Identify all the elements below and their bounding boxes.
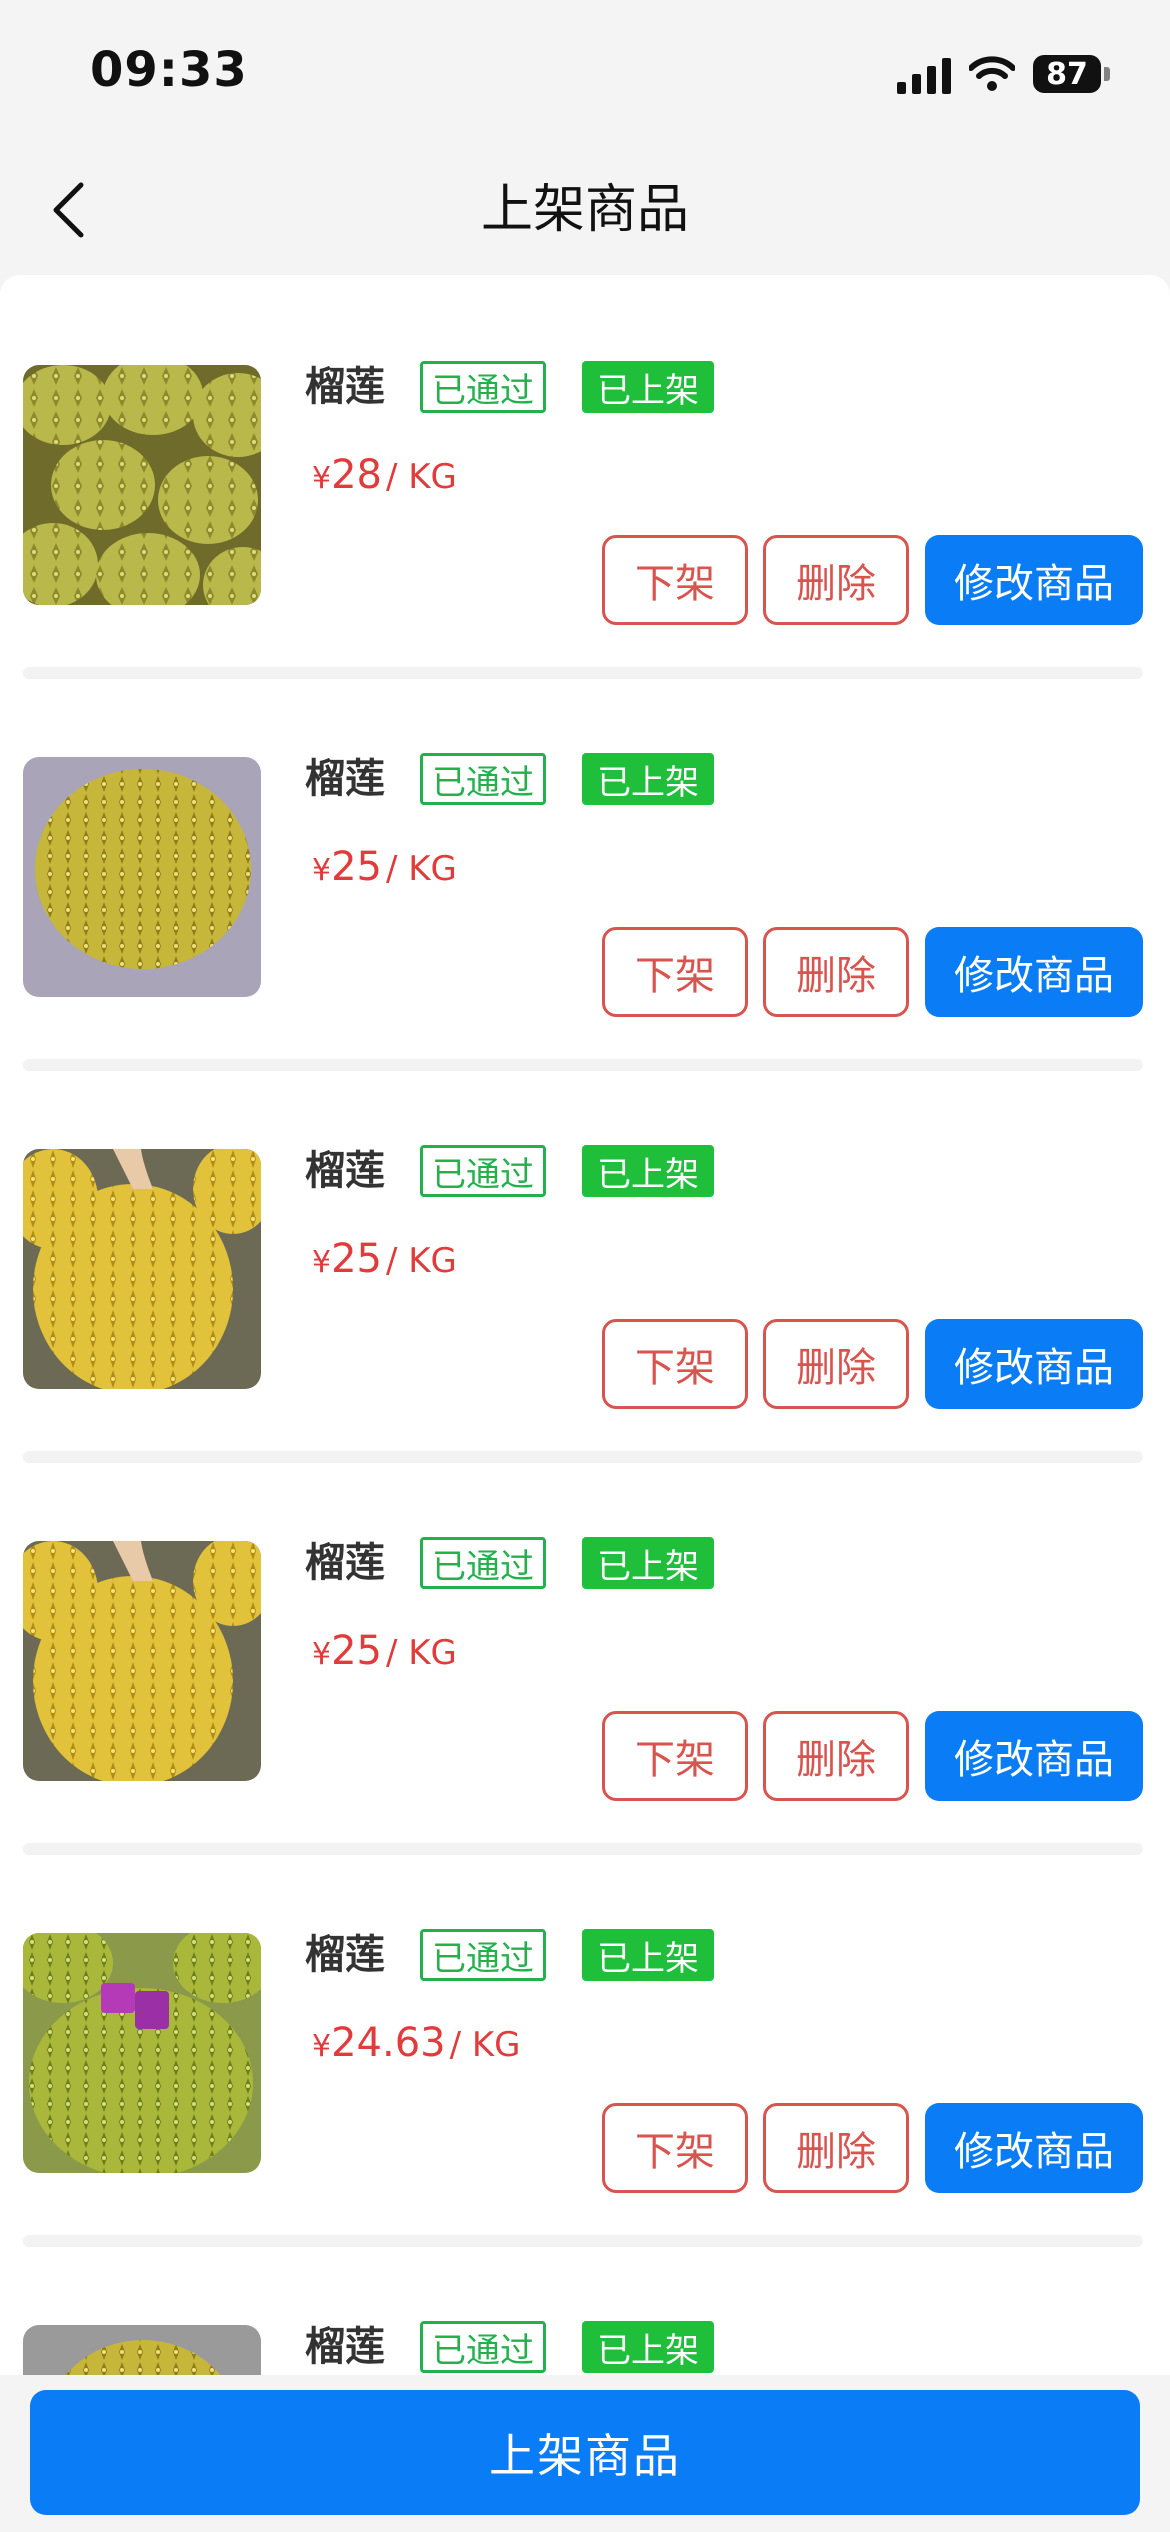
- review-status-badge: 已通过: [420, 361, 546, 413]
- price-unit: / KG: [386, 849, 457, 889]
- price-unit: / KG: [386, 1241, 457, 1281]
- product-card: 榴莲 已通过 已上架 ¥25/ KG 下架 删除 修改商品: [0, 1451, 1170, 1855]
- price-amount: 25: [331, 1236, 382, 1282]
- product-name: 榴莲: [305, 756, 385, 802]
- product-price: ¥24.63/ KG: [312, 2013, 521, 2081]
- unlist-button[interactable]: 下架: [602, 2103, 748, 2193]
- unlist-button[interactable]: 下架: [602, 1319, 748, 1409]
- shelf-status-badge: 已上架: [582, 1145, 714, 1197]
- edit-product-button[interactable]: 修改商品: [925, 535, 1143, 625]
- review-status-badge: 已通过: [420, 1537, 546, 1589]
- price-amount: 25: [331, 844, 382, 890]
- product-card: 榴莲 已通过 已上架 ¥28/ KG 下架 删除 修改商品: [0, 275, 1170, 679]
- price-amount: 25: [331, 1628, 382, 1674]
- price-unit: / KG: [386, 1633, 457, 1673]
- delete-button[interactable]: 删除: [763, 535, 909, 625]
- price-unit: / KG: [386, 457, 457, 497]
- unlist-button[interactable]: 下架: [602, 927, 748, 1017]
- shelf-status-badge: 已上架: [582, 2321, 714, 2373]
- currency-symbol: ¥: [312, 461, 332, 496]
- product-price: ¥25/ KG: [312, 1229, 457, 1297]
- review-status-badge: 已通过: [420, 1145, 546, 1197]
- product-image: [23, 1541, 261, 1781]
- product-name: 榴莲: [305, 1540, 385, 1586]
- product-card: 榴莲 已通过 已上架 ¥24.63/ KG 下架 删除 修改商品: [0, 1843, 1170, 2247]
- shelf-status-badge: 已上架: [582, 1537, 714, 1589]
- review-status-badge: 已通过: [420, 1929, 546, 1981]
- review-status-badge: 已通过: [420, 2321, 546, 2373]
- product-price: ¥25/ KG: [312, 837, 457, 905]
- unlist-button[interactable]: 下架: [602, 535, 748, 625]
- delete-button[interactable]: 删除: [763, 1319, 909, 1409]
- battery-icon: 87: [1033, 55, 1110, 93]
- product-name: 榴莲: [305, 1148, 385, 1194]
- edit-product-button[interactable]: 修改商品: [925, 2103, 1143, 2193]
- product-card: 榴莲 已通过 已上架: [0, 2235, 1170, 2375]
- delete-button[interactable]: 删除: [763, 2103, 909, 2193]
- price-amount: 28: [331, 452, 382, 498]
- currency-symbol: ¥: [312, 1245, 332, 1280]
- status-bar: 09:33 87: [0, 0, 1170, 140]
- edit-product-button[interactable]: 修改商品: [925, 1711, 1143, 1801]
- cellular-signal-icon: [897, 54, 951, 94]
- page-title: 上架商品: [480, 180, 689, 240]
- wifi-icon: [969, 56, 1015, 91]
- product-name: 榴莲: [305, 2324, 385, 2370]
- nav-bar: 上架商品: [0, 140, 1170, 275]
- product-price: ¥28/ KG: [312, 445, 457, 513]
- status-icons: 87: [897, 52, 1110, 96]
- product-image: [23, 2325, 261, 2375]
- battery-level: 87: [1033, 55, 1101, 93]
- product-name: 榴莲: [305, 364, 385, 410]
- delete-button[interactable]: 删除: [763, 927, 909, 1017]
- product-price: ¥25/ KG: [312, 1621, 457, 1689]
- product-image: [23, 1149, 261, 1389]
- product-card: 榴莲 已通过 已上架 ¥25/ KG 下架 删除 修改商品: [0, 667, 1170, 1071]
- product-image: [23, 757, 261, 997]
- product-list: 榴莲 已通过 已上架 ¥28/ KG 下架 删除 修改商品 榴莲 已通过 已上架…: [0, 275, 1170, 2375]
- edit-product-button[interactable]: 修改商品: [925, 1319, 1143, 1409]
- product-card: 榴莲 已通过 已上架 ¥25/ KG 下架 删除 修改商品: [0, 1059, 1170, 1463]
- shelf-status-badge: 已上架: [582, 361, 714, 413]
- price-unit: / KG: [449, 2025, 521, 2065]
- edit-product-button[interactable]: 修改商品: [925, 927, 1143, 1017]
- status-time: 09:33: [90, 42, 248, 98]
- product-name: 榴莲: [305, 1932, 385, 1978]
- add-product-button[interactable]: 上架商品: [30, 2390, 1140, 2515]
- delete-button[interactable]: 删除: [763, 1711, 909, 1801]
- product-image: [23, 365, 261, 605]
- currency-symbol: ¥: [312, 853, 332, 888]
- unlist-button[interactable]: 下架: [602, 1711, 748, 1801]
- product-image: [23, 1933, 261, 2173]
- currency-symbol: ¥: [312, 1637, 332, 1672]
- review-status-badge: 已通过: [420, 753, 546, 805]
- shelf-status-badge: 已上架: [582, 1929, 714, 1981]
- shelf-status-badge: 已上架: [582, 753, 714, 805]
- price-amount: 24.63: [331, 2020, 446, 2066]
- currency-symbol: ¥: [312, 2029, 332, 2064]
